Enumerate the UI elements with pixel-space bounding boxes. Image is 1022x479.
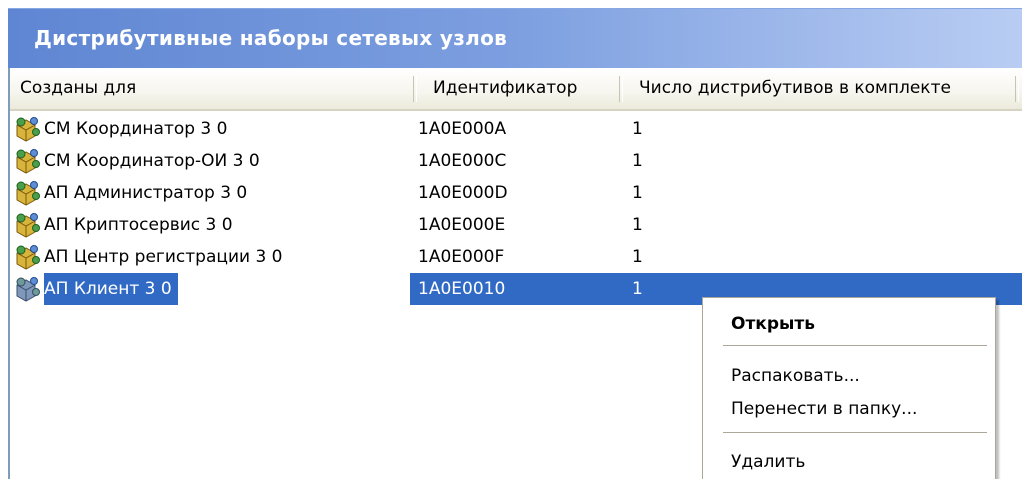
menu-separator [723, 432, 987, 433]
panel-title: Дистрибутивные наборы сетевых узлов [34, 26, 508, 50]
row-count: 1 [632, 247, 643, 267]
row-name: АП Центр регистрации 3 0 [44, 247, 283, 267]
package-icon [14, 148, 42, 174]
column-header-distribution-count[interactable]: Число дистрибутивов в комплекте [629, 68, 1019, 109]
row-identifier: 1A0E000D [418, 183, 508, 203]
package-icon [14, 116, 42, 142]
window: Дистрибутивные наборы сетевых узлов Созд… [0, 0, 1022, 479]
row-name: СМ Координатор-ОИ 3 0 [44, 151, 260, 171]
list-row[interactable]: АП Криптосервис 3 0 1A0E000E 1 [10, 209, 1022, 241]
list-header: Созданы для Идентификатор Число дистрибу… [10, 68, 1022, 111]
row-name: АП Клиент 3 0 [44, 273, 178, 305]
row-count: 1 [632, 279, 643, 299]
row-count: 1 [632, 151, 643, 171]
column-resize-handle[interactable] [619, 76, 623, 102]
panel-title-bar: Дистрибутивные наборы сетевых узлов [8, 8, 1022, 69]
column-header-created-for[interactable]: Созданы для [10, 68, 413, 109]
column-resize-handle[interactable] [413, 76, 417, 102]
row-identifier: 1A0E0010 [418, 279, 506, 299]
package-icon [14, 276, 42, 302]
column-resize-handle[interactable] [1015, 76, 1019, 102]
row-count: 1 [632, 215, 643, 235]
context-menu: Открыть Распаковать... Перенести в папку… [702, 297, 996, 479]
row-identifier: 1A0E000A [418, 119, 507, 139]
menu-item-delete[interactable]: Удалить [703, 445, 995, 479]
row-identifier: 1A0E000E [418, 215, 506, 235]
row-name: АП Администратор 3 0 [44, 183, 248, 203]
package-icon [14, 212, 42, 238]
row-count: 1 [632, 119, 643, 139]
list-row[interactable]: СМ Координатор-ОИ 3 0 1A0E000C 1 [10, 145, 1022, 177]
row-count: 1 [632, 183, 643, 203]
menu-separator [723, 345, 987, 346]
list-row[interactable]: АП Администратор 3 0 1A0E000D 1 [10, 177, 1022, 209]
row-identifier: 1A0E000C [418, 151, 507, 171]
row-identifier: 1A0E000F [418, 247, 505, 267]
package-icon [14, 244, 42, 270]
package-icon [14, 180, 42, 206]
row-name: АП Криптосервис 3 0 [44, 215, 233, 235]
menu-item-unpack[interactable]: Распаковать... [703, 359, 995, 393]
menu-item-move-to-folder[interactable]: Перенести в папку... [703, 392, 995, 426]
list-row[interactable]: СМ Координатор 3 0 1A0E000A 1 [10, 113, 1022, 145]
list-row[interactable]: АП Центр регистрации 3 0 1A0E000F 1 [10, 241, 1022, 273]
menu-item-open[interactable]: Открыть [703, 307, 995, 341]
row-name: СМ Координатор 3 0 [44, 119, 228, 139]
column-header-identifier[interactable]: Идентификатор [423, 68, 619, 109]
